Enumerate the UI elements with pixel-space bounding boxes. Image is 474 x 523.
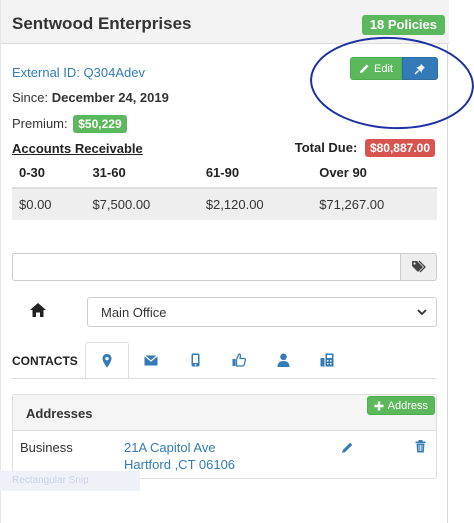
tags-input-group [12,253,437,281]
tags-icon [411,260,426,273]
office-select[interactable]: Main Office [87,297,437,327]
office-select-value: Main Office [101,305,167,320]
aging-value-31-60: $7,500.00 [85,188,199,220]
since-label: Since: [12,90,49,105]
chevron-down-icon [417,309,427,316]
aging-table: 0-30 31-60 61-90 Over 90 $0.00 $7,500.00… [12,158,437,220]
aging-col-61-90: 61-90 [198,158,313,189]
add-address-button[interactable]: Address [366,396,435,415]
mobile-phone-icon [191,353,199,367]
address-line-1: 21A Capitol Ave [124,440,216,455]
thumbs-up-icon [232,353,246,367]
addresses-title: Addresses [26,406,93,421]
premium-label: Premium: [12,116,68,131]
addresses-panel: Addresses Address Business 21A Capitol A… [12,394,437,479]
aging-value-over-90: $71,267.00 [312,188,437,220]
pencil-icon [342,442,353,453]
annotation-circle [307,32,474,134]
tab-person[interactable] [261,342,305,378]
home-icon [29,302,47,323]
address-type: Business [20,440,73,455]
tags-input[interactable] [12,253,401,281]
premium-row: Premium: $50,229 [12,115,127,133]
aging-value-0-30: $0.00 [12,188,86,220]
client-name: Sentwood Enterprises [12,14,192,33]
accounts-receivable-title: Accounts Receivable [12,141,143,156]
map-marker-icon [102,353,112,367]
contacts-label: CONTACTS [12,354,78,368]
external-id[interactable]: External ID: Q304Adev [12,65,145,80]
aging-col-31-60: 31-60 [85,158,199,189]
total-due-label: Total Due: [294,140,358,155]
tabs-divider [12,378,437,379]
tab-fax[interactable] [305,342,349,378]
client-panel: Sentwood Enterprises 18 Policies Externa… [0,0,474,523]
trash-icon [415,440,426,453]
add-address-label: Address [387,399,428,412]
total-due: Total Due: $80,887.00 [295,139,435,157]
tags-button[interactable] [401,253,437,281]
aging-values-row: $0.00 $7,500.00 $2,120.00 $71,267.00 [12,188,437,220]
tab-social[interactable] [217,342,261,378]
total-due-badge: $80,887.00 [364,139,435,157]
premium-badge: $50,229 [73,115,127,133]
tab-phone[interactable] [173,342,217,378]
aging-value-61-90: $2,120.00 [198,188,313,220]
address-link[interactable]: 21A Capitol Ave Hartford ,CT 06106 [124,439,235,473]
policies-badge[interactable]: 18 Policies [361,15,445,35]
fax-icon [320,353,334,367]
plus-icon [374,401,384,410]
since-date: December 24, 2019 [51,90,169,105]
addresses-header: Addresses Address [13,395,436,431]
aging-header-row: 0-30 31-60 61-90 Over 90 [12,158,437,189]
aging-col-over-90: Over 90 [312,158,437,189]
user-icon [277,353,289,367]
delete-address-button[interactable] [415,440,426,458]
edit-address-button[interactable] [341,441,354,459]
tab-location[interactable] [85,342,129,379]
tab-email[interactable] [129,342,173,378]
aging-col-0-30: 0-30 [12,158,86,189]
snip-overlay: Rectangular Snip [0,471,140,491]
envelope-icon [144,354,158,365]
since-row: Since: December 24, 2019 [12,90,169,105]
address-line-2: Hartford ,CT 06106 [124,457,236,472]
